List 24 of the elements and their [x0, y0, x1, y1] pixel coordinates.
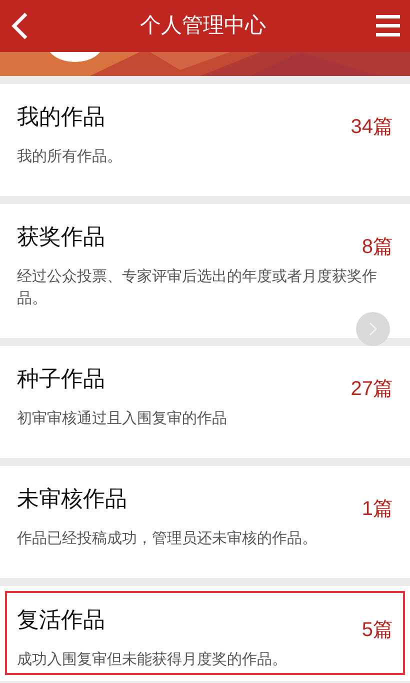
- category-title: 种子作品: [17, 366, 105, 394]
- work-category-card[interactable]: 获奖作品 8篇 经过公众投票、专家评审后选出的年度或者月度获奖作品。: [0, 204, 410, 338]
- back-icon[interactable]: [10, 12, 30, 40]
- work-count: 27篇: [350, 377, 393, 402]
- work-count: 8篇: [362, 235, 393, 260]
- category-title: 获奖作品: [17, 224, 105, 252]
- menu-icon[interactable]: [376, 15, 400, 37]
- category-description: 初审审核通过且入围复审的作品: [17, 409, 228, 429]
- chevron-right-icon: [368, 321, 378, 337]
- work-count: 1篇: [362, 497, 393, 522]
- category-title: 我的作品: [17, 104, 105, 132]
- category-description: 我的所有作品。: [17, 147, 123, 167]
- header-title: 个人管理中心: [140, 12, 266, 40]
- category-title: 复活作品: [17, 607, 105, 635]
- category-title: 未审核作品: [17, 486, 127, 514]
- work-category-card[interactable]: 复活作品 5篇 成功入围复审但未能获得月度奖的作品。: [5, 591, 405, 675]
- work-category-card[interactable]: 未审核作品 1篇 作品已经投稿成功，管理员还未审核的作品。: [0, 466, 410, 578]
- category-description: 经过公众投票、专家评审后选出的年度或者月度获奖作品。: [17, 267, 378, 309]
- category-description: 作品已经投稿成功，管理员还未审核的作品。: [17, 529, 318, 549]
- work-count: 34篇: [350, 115, 393, 140]
- work-count: 5篇: [362, 618, 393, 643]
- category-description: 成功入围复审但未能获得月度奖的作品。: [17, 650, 288, 670]
- work-category-card[interactable]: 种子作品 27篇 初审审核通过且入围复审的作品: [0, 346, 410, 458]
- work-category-card[interactable]: 我的作品 34篇 我的所有作品。: [0, 84, 410, 196]
